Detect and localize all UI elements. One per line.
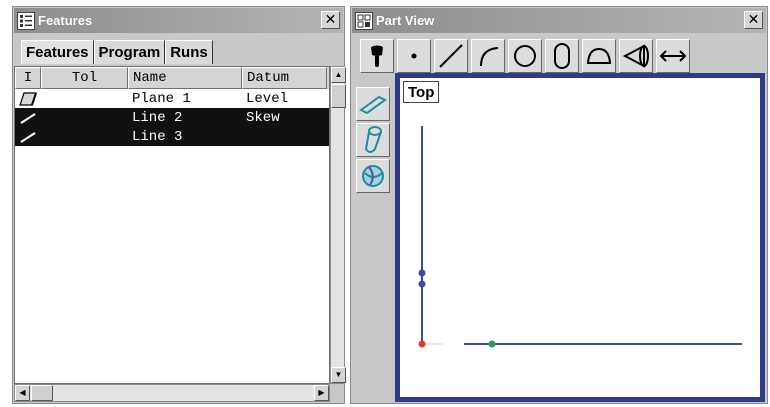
table-row[interactable]: Line 2 Skew — [15, 108, 329, 127]
column-header-i[interactable]: I — [15, 67, 41, 89]
arc-segment-icon[interactable] — [582, 39, 616, 73]
table-cell-datum — [242, 127, 327, 146]
table-row[interactable]: Line 3 — [15, 127, 329, 146]
cone-icon[interactable] — [619, 39, 653, 73]
features-table: I Tol Name Datum Plane 1 Level Line 2 Sk… — [14, 66, 330, 384]
measured-point — [418, 280, 426, 288]
scroll-thumb-horizontal[interactable] — [31, 385, 53, 401]
table-cell-tol — [41, 127, 128, 146]
feature-toolbar — [360, 38, 764, 74]
features-close-button[interactable]: ✕ — [321, 11, 340, 29]
table-header: I Tol Name Datum — [15, 67, 329, 89]
measured-point — [418, 269, 426, 277]
cylinder-icon[interactable] — [356, 123, 390, 157]
origin-point — [418, 340, 426, 348]
side-toolbar — [356, 87, 390, 195]
scroll-up-button[interactable]: ▲ — [331, 67, 346, 83]
plane-icon[interactable] — [356, 87, 390, 121]
tab-features[interactable]: Features — [21, 40, 94, 64]
table-cell-datum: Skew — [246, 109, 280, 126]
part-view-window: Part View ✕ Top — [350, 6, 768, 404]
measured-point — [488, 340, 496, 348]
features-window: Features ✕ Features Program Runs I Tol N… — [12, 6, 346, 404]
scroll-down-button[interactable]: ▼ — [331, 367, 346, 383]
table-cell-name: Plane 1 — [132, 90, 191, 107]
sphere-icon[interactable] — [356, 159, 390, 193]
scroll-thumb[interactable] — [331, 84, 346, 108]
slot-icon[interactable] — [545, 39, 579, 73]
scroll-left-button[interactable]: ◀ — [15, 385, 30, 401]
line-icon — [15, 127, 41, 146]
arc-icon[interactable] — [471, 39, 505, 73]
part-view-icon — [355, 11, 373, 30]
distance-icon[interactable] — [656, 39, 690, 73]
table-cell-tol — [41, 108, 128, 127]
point-icon[interactable] — [397, 39, 431, 73]
line-icon — [15, 108, 41, 127]
table-cell-name: Line 3 — [132, 128, 183, 145]
circle-icon[interactable] — [508, 39, 542, 73]
part-view-close-button[interactable]: ✕ — [744, 11, 763, 29]
features-window-title: Features — [38, 13, 93, 28]
column-header-name[interactable]: Name — [128, 67, 242, 89]
scroll-right-button[interactable]: ▶ — [314, 385, 329, 401]
features-titlebar[interactable]: Features ✕ — [14, 8, 343, 33]
part-view-drawing — [418, 126, 742, 348]
part-view-canvas[interactable]: Top — [395, 73, 765, 402]
column-header-tol[interactable]: Tol — [41, 67, 128, 89]
table-cell-datum: Level — [246, 90, 289, 107]
features-tabs: Features Program Runs — [21, 40, 213, 64]
tab-runs[interactable]: Runs — [165, 40, 213, 64]
part-view-window-title: Part View — [376, 13, 435, 28]
table-cell-tol — [41, 89, 128, 108]
tab-program[interactable]: Program — [93, 40, 166, 64]
table-row[interactable]: Plane 1 Level — [15, 89, 329, 108]
part-view-titlebar[interactable]: Part View ✕ — [352, 8, 766, 33]
column-header-datum[interactable]: Datum — [242, 67, 327, 89]
features-vertical-scrollbar[interactable]: ▲ ▼ — [330, 66, 346, 384]
probe-icon[interactable] — [360, 39, 394, 73]
features-list-icon — [17, 11, 35, 30]
table-cell-name: Line 2 — [132, 109, 183, 126]
line-icon[interactable] — [434, 39, 468, 73]
plane-icon — [15, 89, 41, 108]
features-horizontal-scrollbar[interactable]: ◀ ▶ — [14, 384, 330, 402]
